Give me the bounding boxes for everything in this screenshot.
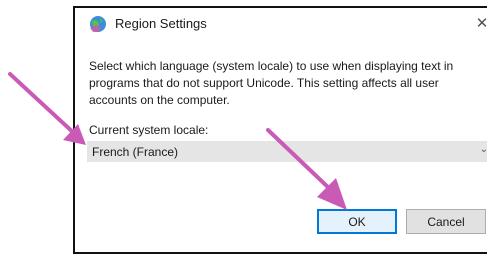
ok-button[interactable]: OK [317, 209, 397, 234]
chevron-down-icon: ⌄ [479, 144, 487, 155]
locale-select[interactable]: French (France) ⌄ [87, 141, 487, 162]
current-locale-label: Current system locale: [89, 123, 209, 137]
window-title: Region Settings [115, 16, 207, 31]
title-bar: Region Settings ✕ [75, 8, 487, 40]
region-settings-dialog: Region Settings ✕ Select which language … [73, 6, 487, 254]
globe-icon [90, 16, 106, 32]
locale-select-value: French (France) [92, 145, 179, 159]
cancel-button[interactable]: Cancel [406, 209, 486, 234]
close-icon[interactable]: ✕ [475, 14, 487, 34]
locale-description: Select which language (system locale) to… [89, 59, 454, 107]
